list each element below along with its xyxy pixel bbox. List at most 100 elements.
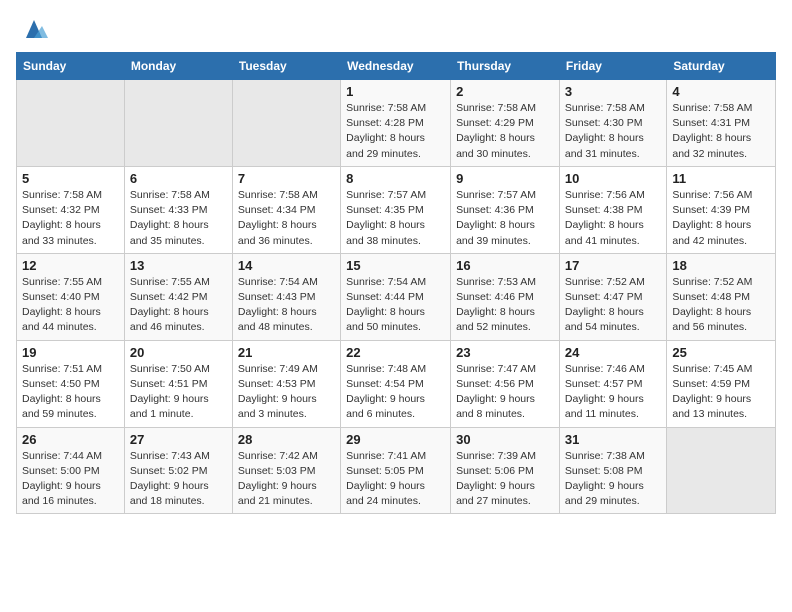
day-info: Sunrise: 7:39 AM Sunset: 5:06 PM Dayligh…: [456, 450, 536, 508]
day-info: Sunrise: 7:47 AM Sunset: 4:56 PM Dayligh…: [456, 363, 536, 421]
day-info: Sunrise: 7:58 AM Sunset: 4:29 PM Dayligh…: [456, 102, 536, 160]
day-info: Sunrise: 7:41 AM Sunset: 5:05 PM Dayligh…: [346, 450, 426, 508]
calendar-cell: 27 Sunrise: 7:43 AM Sunset: 5:02 PM Dayl…: [124, 427, 232, 514]
day-number: 23: [456, 345, 554, 360]
calendar-cell: 30 Sunrise: 7:39 AM Sunset: 5:06 PM Dayl…: [451, 427, 560, 514]
day-number: 12: [22, 258, 119, 273]
calendar-cell: 22 Sunrise: 7:48 AM Sunset: 4:54 PM Dayl…: [341, 340, 451, 427]
day-number: 1: [346, 84, 445, 99]
calendar-cell: [124, 80, 232, 167]
calendar-cell: 31 Sunrise: 7:38 AM Sunset: 5:08 PM Dayl…: [559, 427, 666, 514]
day-number: 24: [565, 345, 661, 360]
day-info: Sunrise: 7:38 AM Sunset: 5:08 PM Dayligh…: [565, 450, 645, 508]
day-number: 6: [130, 171, 227, 186]
calendar-cell: 3 Sunrise: 7:58 AM Sunset: 4:30 PM Dayli…: [559, 80, 666, 167]
calendar-cell: 12 Sunrise: 7:55 AM Sunset: 4:40 PM Dayl…: [17, 253, 125, 340]
day-number: 18: [672, 258, 770, 273]
day-number: 9: [456, 171, 554, 186]
day-info: Sunrise: 7:43 AM Sunset: 5:02 PM Dayligh…: [130, 450, 210, 508]
day-number: 10: [565, 171, 661, 186]
calendar-cell: 28 Sunrise: 7:42 AM Sunset: 5:03 PM Dayl…: [232, 427, 340, 514]
day-number: 30: [456, 432, 554, 447]
day-info: Sunrise: 7:58 AM Sunset: 4:32 PM Dayligh…: [22, 189, 102, 247]
weekday-header: Thursday: [451, 53, 560, 80]
day-info: Sunrise: 7:58 AM Sunset: 4:30 PM Dayligh…: [565, 102, 645, 160]
day-info: Sunrise: 7:56 AM Sunset: 4:38 PM Dayligh…: [565, 189, 645, 247]
day-info: Sunrise: 7:54 AM Sunset: 4:44 PM Dayligh…: [346, 276, 426, 334]
day-info: Sunrise: 7:42 AM Sunset: 5:03 PM Dayligh…: [238, 450, 318, 508]
day-number: 13: [130, 258, 227, 273]
day-info: Sunrise: 7:57 AM Sunset: 4:35 PM Dayligh…: [346, 189, 426, 247]
day-number: 19: [22, 345, 119, 360]
calendar-cell: 10 Sunrise: 7:56 AM Sunset: 4:38 PM Dayl…: [559, 166, 666, 253]
day-info: Sunrise: 7:58 AM Sunset: 4:34 PM Dayligh…: [238, 189, 318, 247]
weekday-header: Tuesday: [232, 53, 340, 80]
calendar-cell: 14 Sunrise: 7:54 AM Sunset: 4:43 PM Dayl…: [232, 253, 340, 340]
day-number: 5: [22, 171, 119, 186]
day-info: Sunrise: 7:55 AM Sunset: 4:42 PM Dayligh…: [130, 276, 210, 334]
calendar-cell: 4 Sunrise: 7:58 AM Sunset: 4:31 PM Dayli…: [667, 80, 776, 167]
day-number: 21: [238, 345, 335, 360]
day-number: 8: [346, 171, 445, 186]
day-info: Sunrise: 7:58 AM Sunset: 4:31 PM Dayligh…: [672, 102, 752, 160]
calendar-cell: 7 Sunrise: 7:58 AM Sunset: 4:34 PM Dayli…: [232, 166, 340, 253]
page-header: [16, 16, 776, 44]
day-info: Sunrise: 7:44 AM Sunset: 5:00 PM Dayligh…: [22, 450, 102, 508]
day-info: Sunrise: 7:45 AM Sunset: 4:59 PM Dayligh…: [672, 363, 752, 421]
calendar-cell: 18 Sunrise: 7:52 AM Sunset: 4:48 PM Dayl…: [667, 253, 776, 340]
day-number: 2: [456, 84, 554, 99]
calendar-cell: 25 Sunrise: 7:45 AM Sunset: 4:59 PM Dayl…: [667, 340, 776, 427]
day-info: Sunrise: 7:55 AM Sunset: 4:40 PM Dayligh…: [22, 276, 102, 334]
day-number: 11: [672, 171, 770, 186]
weekday-header: Sunday: [17, 53, 125, 80]
day-number: 29: [346, 432, 445, 447]
calendar-cell: 15 Sunrise: 7:54 AM Sunset: 4:44 PM Dayl…: [341, 253, 451, 340]
weekday-header: Monday: [124, 53, 232, 80]
logo: [16, 16, 48, 44]
day-number: 4: [672, 84, 770, 99]
day-info: Sunrise: 7:46 AM Sunset: 4:57 PM Dayligh…: [565, 363, 645, 421]
day-number: 31: [565, 432, 661, 447]
calendar-cell: [17, 80, 125, 167]
calendar-cell: 16 Sunrise: 7:53 AM Sunset: 4:46 PM Dayl…: [451, 253, 560, 340]
day-info: Sunrise: 7:54 AM Sunset: 4:43 PM Dayligh…: [238, 276, 318, 334]
calendar-cell: 20 Sunrise: 7:50 AM Sunset: 4:51 PM Dayl…: [124, 340, 232, 427]
day-info: Sunrise: 7:58 AM Sunset: 4:28 PM Dayligh…: [346, 102, 426, 160]
calendar-cell: 23 Sunrise: 7:47 AM Sunset: 4:56 PM Dayl…: [451, 340, 560, 427]
calendar-cell: 1 Sunrise: 7:58 AM Sunset: 4:28 PM Dayli…: [341, 80, 451, 167]
calendar-cell: 9 Sunrise: 7:57 AM Sunset: 4:36 PM Dayli…: [451, 166, 560, 253]
day-number: 7: [238, 171, 335, 186]
day-number: 16: [456, 258, 554, 273]
day-number: 20: [130, 345, 227, 360]
calendar-cell: 24 Sunrise: 7:46 AM Sunset: 4:57 PM Dayl…: [559, 340, 666, 427]
calendar-cell: 26 Sunrise: 7:44 AM Sunset: 5:00 PM Dayl…: [17, 427, 125, 514]
calendar-cell: 17 Sunrise: 7:52 AM Sunset: 4:47 PM Dayl…: [559, 253, 666, 340]
calendar-cell: 11 Sunrise: 7:56 AM Sunset: 4:39 PM Dayl…: [667, 166, 776, 253]
day-number: 27: [130, 432, 227, 447]
weekday-header: Saturday: [667, 53, 776, 80]
day-number: 28: [238, 432, 335, 447]
day-info: Sunrise: 7:53 AM Sunset: 4:46 PM Dayligh…: [456, 276, 536, 334]
calendar-cell: 6 Sunrise: 7:58 AM Sunset: 4:33 PM Dayli…: [124, 166, 232, 253]
calendar-cell: [667, 427, 776, 514]
calendar-cell: 19 Sunrise: 7:51 AM Sunset: 4:50 PM Dayl…: [17, 340, 125, 427]
day-info: Sunrise: 7:52 AM Sunset: 4:48 PM Dayligh…: [672, 276, 752, 334]
day-number: 3: [565, 84, 661, 99]
day-info: Sunrise: 7:49 AM Sunset: 4:53 PM Dayligh…: [238, 363, 318, 421]
day-number: 15: [346, 258, 445, 273]
day-info: Sunrise: 7:50 AM Sunset: 4:51 PM Dayligh…: [130, 363, 210, 421]
calendar-cell: 8 Sunrise: 7:57 AM Sunset: 4:35 PM Dayli…: [341, 166, 451, 253]
calendar-cell: 5 Sunrise: 7:58 AM Sunset: 4:32 PM Dayli…: [17, 166, 125, 253]
day-info: Sunrise: 7:51 AM Sunset: 4:50 PM Dayligh…: [22, 363, 102, 421]
day-number: 26: [22, 432, 119, 447]
calendar-cell: 13 Sunrise: 7:55 AM Sunset: 4:42 PM Dayl…: [124, 253, 232, 340]
day-number: 14: [238, 258, 335, 273]
logo-icon: [20, 16, 48, 44]
day-info: Sunrise: 7:57 AM Sunset: 4:36 PM Dayligh…: [456, 189, 536, 247]
day-number: 22: [346, 345, 445, 360]
calendar-cell: 2 Sunrise: 7:58 AM Sunset: 4:29 PM Dayli…: [451, 80, 560, 167]
calendar-cell: 29 Sunrise: 7:41 AM Sunset: 5:05 PM Dayl…: [341, 427, 451, 514]
day-info: Sunrise: 7:52 AM Sunset: 4:47 PM Dayligh…: [565, 276, 645, 334]
calendar-cell: 21 Sunrise: 7:49 AM Sunset: 4:53 PM Dayl…: [232, 340, 340, 427]
calendar-cell: [232, 80, 340, 167]
